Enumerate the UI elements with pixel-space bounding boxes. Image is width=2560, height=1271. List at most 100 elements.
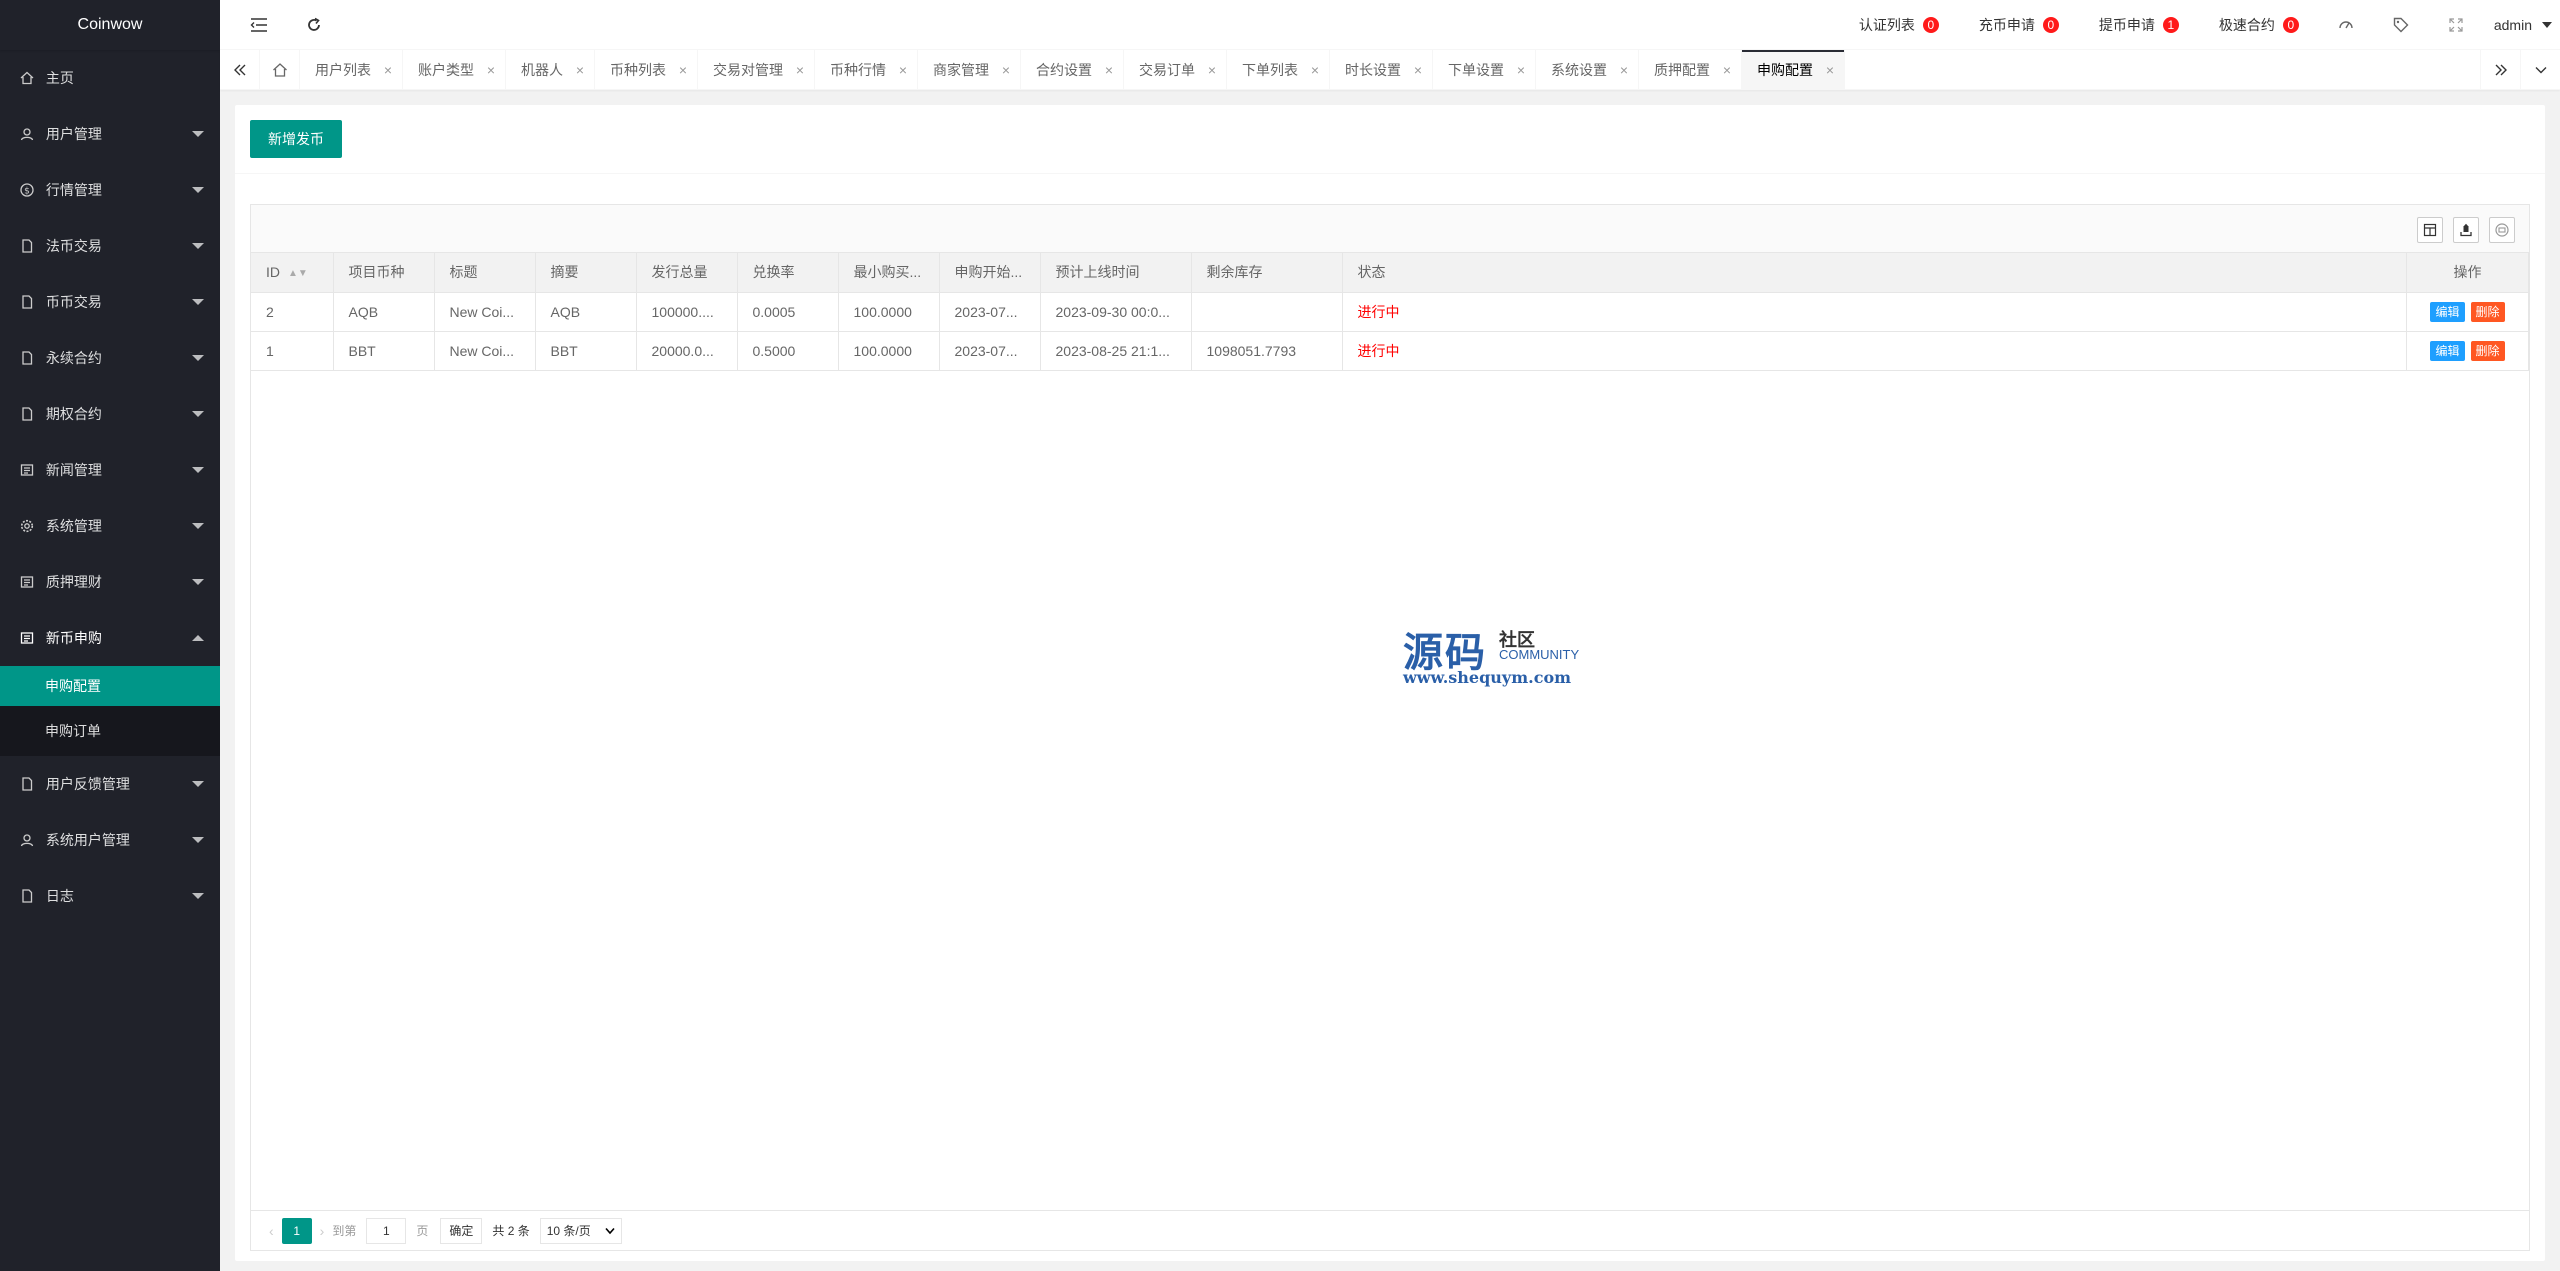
- sidebar-item-label: 新闻管理: [45, 462, 102, 478]
- column-header-summary: 摘要: [535, 253, 637, 293]
- sidebar-item-logs[interactable]: 日志: [0, 868, 220, 924]
- prev-page-icon[interactable]: ‹: [261, 1223, 282, 1239]
- close-icon[interactable]: ×: [1311, 50, 1319, 90]
- tab-order-list[interactable]: 下单列表 ×: [1227, 50, 1330, 90]
- sidebar-item-system-management[interactable]: 系统管理: [0, 498, 220, 554]
- close-icon[interactable]: ×: [1517, 50, 1525, 90]
- column-filter-button[interactable]: [2417, 217, 2443, 243]
- app-logo[interactable]: Coinwow: [0, 0, 220, 50]
- deposit-requests-link[interactable]: 充币申请 0: [1959, 0, 2079, 50]
- close-icon[interactable]: ×: [1002, 50, 1010, 90]
- fast-contract-link[interactable]: 极速合约 0: [2199, 0, 2319, 50]
- sidebar-item-option-contract[interactable]: 期权合约: [0, 386, 220, 442]
- column-header-remaining-stock: 剩余库存: [1191, 253, 1343, 293]
- tab-trading-pairs[interactable]: 交易对管理 ×: [698, 50, 815, 90]
- sidebar-item-user-management[interactable]: 用户管理: [0, 106, 220, 162]
- sidebar-item-coin-trade[interactable]: 币币交易: [0, 274, 220, 330]
- tab-scroll-right-button[interactable]: [2480, 50, 2520, 90]
- close-icon[interactable]: ×: [1414, 50, 1422, 90]
- sidebar-item-label: 法币交易: [45, 238, 102, 254]
- sidebar-item-new-coin-subscription[interactable]: 新币申购: [0, 610, 220, 666]
- sidebar-subitem-subscription-orders[interactable]: 申购订单: [0, 706, 220, 756]
- sidebar-item-system-user-management[interactable]: 系统用户管理: [0, 812, 220, 868]
- tab-order-settings[interactable]: 下单设置 ×: [1433, 50, 1536, 90]
- print-button[interactable]: [2489, 217, 2515, 243]
- cell-remaining-stock: 1098051.7793: [1191, 331, 1343, 371]
- tab-scroll-left-button[interactable]: [220, 50, 260, 90]
- tab-trade-orders[interactable]: 交易订单 ×: [1124, 50, 1227, 90]
- delete-button[interactable]: 删除: [2470, 340, 2505, 361]
- sidebar-item-perpetual-contract[interactable]: 永续合约: [0, 330, 220, 386]
- close-icon[interactable]: ×: [1208, 50, 1216, 90]
- tab-menu-button[interactable]: [2520, 50, 2560, 90]
- sidebar-item-label: 行情管理: [45, 182, 102, 198]
- edit-button[interactable]: 编辑: [2430, 301, 2465, 322]
- close-icon[interactable]: ×: [1620, 50, 1628, 90]
- tag-button[interactable]: [2374, 0, 2429, 50]
- verification-list-link[interactable]: 认证列表 0: [1839, 0, 1959, 50]
- tab-label: 用户列表: [315, 62, 371, 78]
- close-icon[interactable]: ×: [679, 50, 687, 90]
- close-icon[interactable]: ×: [576, 50, 584, 90]
- sidebar-item-news-management[interactable]: 新闻管理: [0, 442, 220, 498]
- close-icon[interactable]: ×: [487, 50, 495, 90]
- news-icon: [20, 576, 34, 588]
- sidebar-item-home[interactable]: 主页: [0, 50, 220, 106]
- withdraw-requests-link[interactable]: 提币申请 1: [2079, 0, 2199, 50]
- sidebar-item-feedback-management[interactable]: 用户反馈管理: [0, 756, 220, 812]
- column-header-title: 标题: [434, 253, 536, 293]
- sidebar-item-market-management[interactable]: $ 行情管理: [0, 162, 220, 218]
- column-header-id[interactable]: ID ▲▼: [251, 253, 334, 293]
- chevron-down-icon: [192, 837, 204, 843]
- fullscreen-button[interactable]: [2429, 0, 2484, 50]
- delete-button[interactable]: 删除: [2470, 301, 2505, 322]
- export-icon: [2460, 223, 2472, 237]
- tab-duration-settings[interactable]: 时长设置 ×: [1330, 50, 1433, 90]
- tab-robots[interactable]: 机器人 ×: [506, 50, 595, 90]
- tab-merchant-management[interactable]: 商家管理 ×: [918, 50, 1021, 90]
- close-icon[interactable]: ×: [1105, 50, 1113, 90]
- tab-label: 下单设置: [1448, 62, 1504, 78]
- theme-button[interactable]: [2319, 0, 2374, 50]
- user-icon: [20, 128, 34, 141]
- tab-coin-list[interactable]: 币种列表 ×: [595, 50, 698, 90]
- close-icon[interactable]: ×: [899, 50, 907, 90]
- tab-coin-quotes[interactable]: 币种行情 ×: [815, 50, 918, 90]
- goto-confirm-button[interactable]: 确定: [440, 1217, 483, 1244]
- refresh-icon[interactable]: [306, 17, 322, 33]
- current-page[interactable]: 1: [281, 1217, 312, 1244]
- close-icon[interactable]: ×: [1826, 50, 1834, 90]
- sidebar-item-staking[interactable]: 质押理财: [0, 554, 220, 610]
- column-header-status: 状态: [1342, 253, 2407, 293]
- tab-label: 币种行情: [830, 62, 886, 78]
- verification-list-label: 认证列表: [1858, 17, 1915, 33]
- sidebar-item-label: 主页: [45, 70, 74, 86]
- sidebar-subitem-subscription-config[interactable]: 申购配置: [0, 666, 220, 706]
- tab-home-button[interactable]: [260, 50, 300, 90]
- chevron-up-icon: [192, 635, 204, 641]
- sort-icon[interactable]: ▲▼: [288, 268, 308, 279]
- sidebar-item-fiat-trade[interactable]: 法币交易: [0, 218, 220, 274]
- user-menu[interactable]: admin: [2484, 0, 2560, 50]
- tab-subscription-config[interactable]: 申购配置 ×: [1742, 50, 1845, 90]
- close-icon[interactable]: ×: [796, 50, 804, 90]
- export-button[interactable]: [2453, 217, 2479, 243]
- close-icon[interactable]: ×: [384, 50, 392, 90]
- next-page-icon[interactable]: ›: [312, 1223, 333, 1239]
- tab-contract-settings[interactable]: 合约设置 ×: [1021, 50, 1124, 90]
- page-size-select[interactable]: 10 条/页: [539, 1217, 622, 1244]
- tab-user-list[interactable]: 用户列表 ×: [300, 50, 403, 90]
- edit-button[interactable]: 编辑: [2430, 340, 2465, 361]
- add-coin-button[interactable]: 新增发币: [250, 120, 342, 158]
- tab-system-settings[interactable]: 系统设置 ×: [1536, 50, 1639, 90]
- menu-collapse-icon[interactable]: [250, 17, 268, 33]
- tab-label: 交易订单: [1139, 62, 1195, 78]
- close-icon[interactable]: ×: [1723, 50, 1731, 90]
- chevron-down-icon: [605, 1227, 615, 1234]
- sidebar-item-label: 日志: [45, 888, 74, 904]
- tab-staking-config[interactable]: 质押配置 ×: [1639, 50, 1742, 90]
- tab-label: 机器人: [521, 62, 563, 78]
- chevron-down-icon: [192, 893, 204, 899]
- goto-page-input[interactable]: 1: [366, 1217, 407, 1244]
- tab-account-types[interactable]: 账户类型 ×: [403, 50, 506, 90]
